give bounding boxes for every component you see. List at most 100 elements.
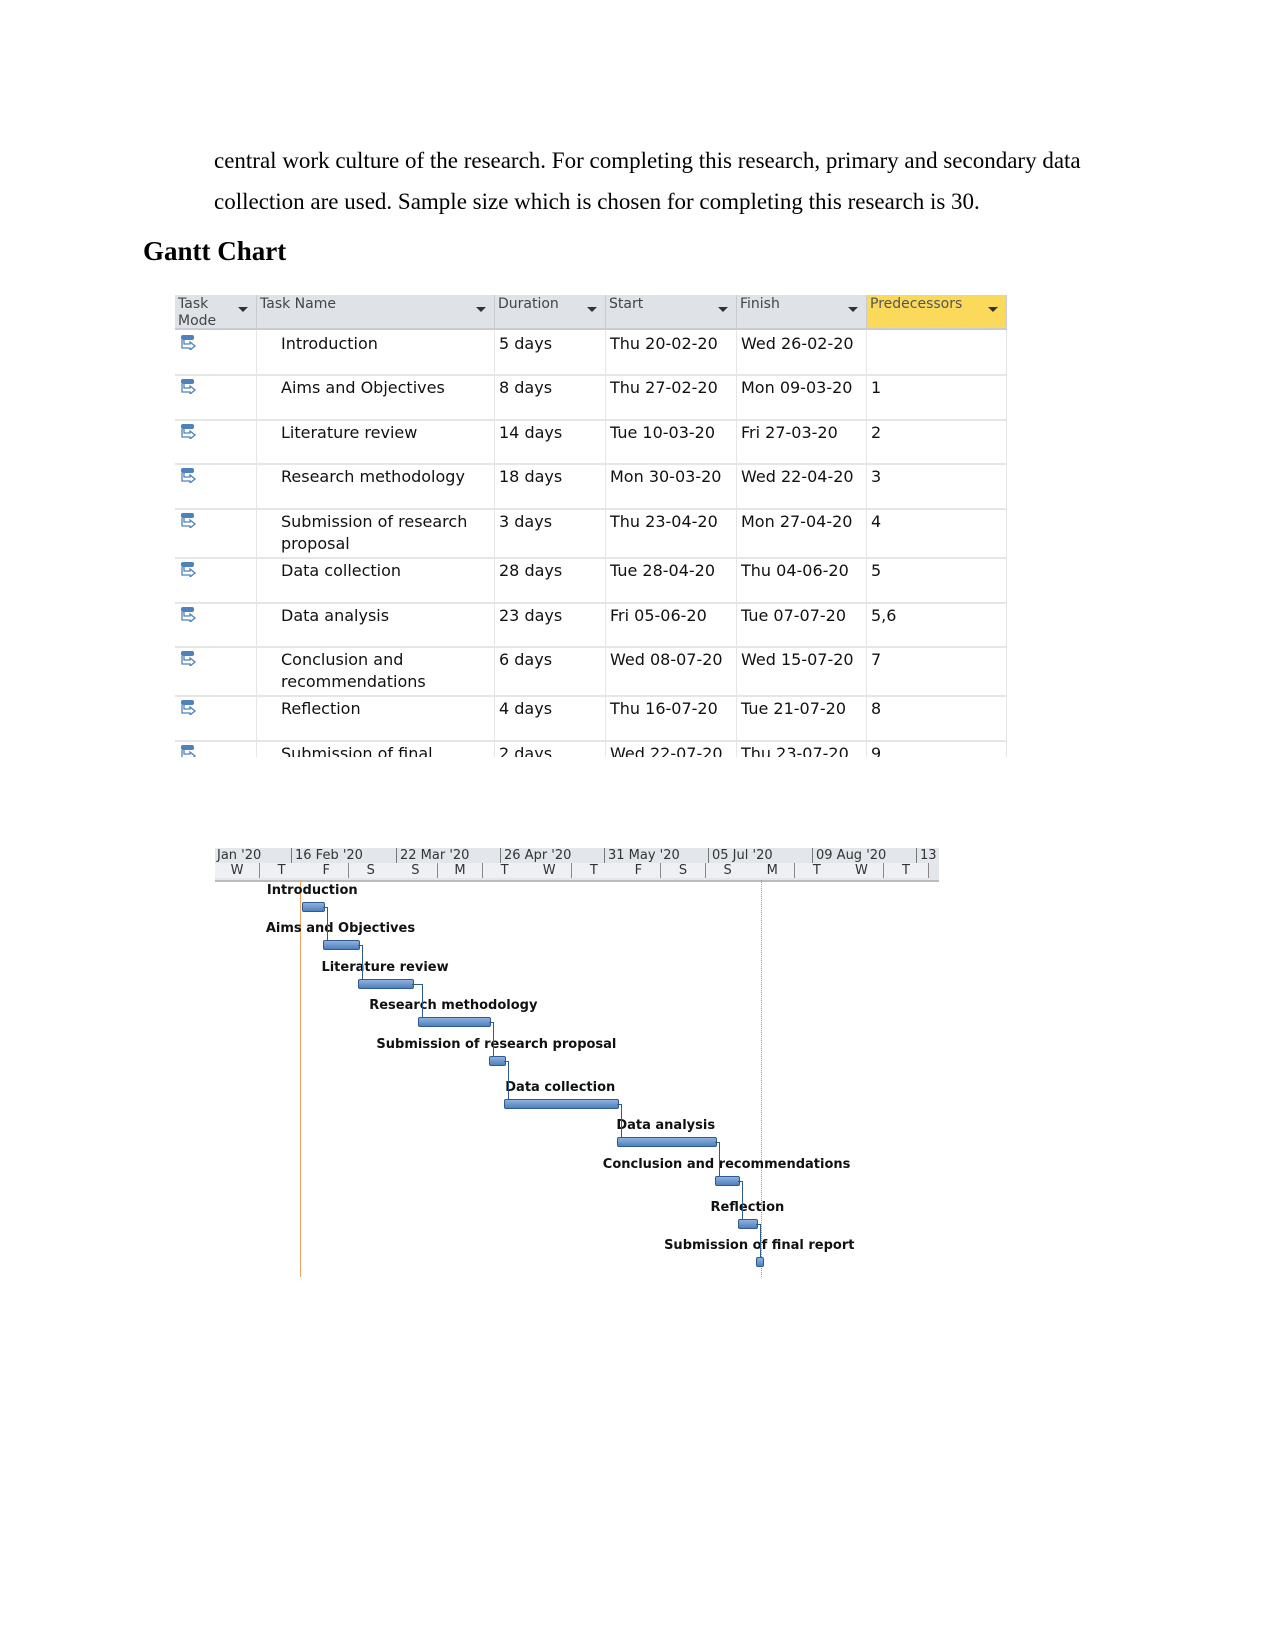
table-row[interactable]: Research methodology 18 days Mon 30-03-20 W… xyxy=(175,463,1007,510)
auto-scheduled-task-icon xyxy=(180,744,202,757)
dropdown-arrow-icon[interactable] xyxy=(238,307,248,312)
column-header-duration[interactable]: Duration xyxy=(495,295,606,330)
auto-scheduled-task-icon xyxy=(180,334,202,352)
timescale-minor-label: F xyxy=(616,863,662,878)
table-row[interactable]: Submission of final 2 days Wed 22-07-20 Thu… xyxy=(175,740,1007,757)
cell-pred: 1 xyxy=(867,374,1007,419)
cell-start: Wed 08-07-20 xyxy=(606,646,737,695)
auto-scheduled-task-icon xyxy=(180,423,202,441)
dropdown-arrow-icon[interactable] xyxy=(718,307,728,312)
cell-mode xyxy=(175,330,257,374)
column-header-name[interactable]: Task Name xyxy=(257,295,495,330)
auto-scheduled-task-icon xyxy=(180,378,202,396)
timescale-minor-label: S xyxy=(661,863,706,878)
gantt-bar-label: Aims and Objectives xyxy=(265,921,416,936)
dropdown-arrow-icon[interactable] xyxy=(988,307,998,312)
column-header-start[interactable]: Start xyxy=(606,295,737,330)
cell-finish: Fri 27-03-20 xyxy=(737,419,867,463)
cell-finish: Wed 15-07-20 xyxy=(737,646,867,695)
cell-name: Data collection xyxy=(257,557,495,602)
cell-name: Aims and Objectives xyxy=(257,374,495,419)
auto-scheduled-task-icon xyxy=(180,699,202,717)
cell-start: Wed 22-07-20 xyxy=(606,740,737,757)
table-row[interactable]: Aims and Objectives 8 days Thu 27-02-20 Mon… xyxy=(175,374,1007,421)
cell-finish: Mon 09-03-20 xyxy=(737,374,867,419)
column-header-pred[interactable]: Predecessors xyxy=(867,295,1007,330)
timescale-minor-label: W xyxy=(215,863,260,878)
timescale-minor-label: M xyxy=(750,863,796,878)
timescale-minor-label: W xyxy=(839,863,885,878)
cell-start: Thu 23-04-20 xyxy=(606,508,737,557)
gantt-bar[interactable] xyxy=(358,979,414,989)
table-row[interactable]: Conclusion and recommendations 6 days Wed … xyxy=(175,646,1007,697)
table-row[interactable]: Data collection 28 days Tue 28-04-20 Thu 04… xyxy=(175,557,1007,604)
column-header-finish[interactable]: Finish xyxy=(737,295,867,330)
dropdown-arrow-icon[interactable] xyxy=(587,307,597,312)
cell-mode xyxy=(175,646,257,695)
gantt-bar[interactable] xyxy=(616,1137,717,1147)
column-header-label: Task Name xyxy=(260,296,336,312)
dependency-link xyxy=(756,1224,762,1258)
timescale-minor-label: S xyxy=(393,863,439,878)
dependency-link xyxy=(411,984,423,1018)
column-header-mode[interactable]: Task Mode xyxy=(175,295,257,330)
cell-duration: 3 days xyxy=(495,508,606,557)
dropdown-arrow-icon[interactable] xyxy=(848,307,858,312)
auto-scheduled-task-icon xyxy=(180,650,202,668)
cell-start: Tue 10-03-20 xyxy=(606,419,737,463)
cell-name: Submission of final xyxy=(257,740,495,757)
dropdown-arrow-icon[interactable] xyxy=(476,307,486,312)
timescale-major-label: 31 May '20 xyxy=(604,848,680,863)
gantt-bar[interactable] xyxy=(301,902,325,912)
cell-name: Literature review xyxy=(257,419,495,463)
table-row[interactable]: Submission of research proposal 3 days Thu… xyxy=(175,508,1007,559)
column-header-label: Start xyxy=(609,296,644,312)
timescale-minor-label: T xyxy=(571,863,617,878)
cell-pred: 2 xyxy=(867,419,1007,463)
gantt-bar[interactable] xyxy=(503,1099,619,1109)
timescale-major-label: 09 Aug '20 xyxy=(812,848,886,863)
cell-name: Data analysis xyxy=(257,602,495,646)
gantt-bar[interactable] xyxy=(714,1176,741,1186)
table-row[interactable]: Introduction 5 days Thu 20-02-20 Wed 26-02-… xyxy=(175,330,1007,376)
cell-finish: Tue 07-07-20 xyxy=(737,602,867,646)
cell-mode xyxy=(175,508,257,557)
cell-duration: 2 days xyxy=(495,740,606,757)
cell-start: Thu 20-02-20 xyxy=(606,330,737,374)
gantt-bar[interactable] xyxy=(756,1257,765,1267)
gantt-bar-label: Conclusion and recommendations xyxy=(602,1157,851,1172)
table-row[interactable]: Literature review 14 days Tue 10-03-20 Fri … xyxy=(175,419,1007,465)
cell-pred: 9 xyxy=(867,740,1007,757)
auto-scheduled-task-icon xyxy=(180,467,202,485)
table-row[interactable]: Reflection 4 days Thu 16-07-20 Tue 21-07-20… xyxy=(175,695,1007,742)
task-table: Task Mode Task Name Duration Start Finish Pre… xyxy=(175,295,1007,757)
gantt-bar[interactable] xyxy=(322,940,361,950)
cell-start: Tue 28-04-20 xyxy=(606,557,737,602)
table-row[interactable]: Data analysis 23 days Fri 05-06-20 Tue 07-0… xyxy=(175,602,1007,648)
timescale-minor-label: S xyxy=(348,863,394,878)
cell-name: Introduction xyxy=(257,330,495,374)
cell-duration: 28 days xyxy=(495,557,606,602)
dependency-link xyxy=(488,1022,494,1057)
document-page: central work culture of the research. Fo… xyxy=(0,0,1275,1651)
gantt-bar-label: Data collection xyxy=(505,1080,616,1095)
column-header-label: Duration xyxy=(498,296,559,312)
cell-finish: Mon 27-04-20 xyxy=(737,508,867,557)
auto-scheduled-task-icon xyxy=(180,561,202,579)
cell-mode xyxy=(175,740,257,757)
cell-name: Conclusion and recommendations xyxy=(257,646,495,695)
cell-finish: Thu 23-07-20 xyxy=(737,740,867,757)
gantt-bar-label: Literature review xyxy=(321,960,449,975)
dependency-link xyxy=(616,1104,622,1138)
timescale-major-label: 16 Feb '20 xyxy=(291,848,363,863)
timescale-major-label: 26 Apr '20 xyxy=(500,848,571,863)
cell-name: Submission of research proposal xyxy=(257,508,495,557)
cell-pred: 5 xyxy=(867,557,1007,602)
dependency-link xyxy=(714,1142,720,1177)
cell-mode xyxy=(175,695,257,740)
gantt-bar[interactable] xyxy=(417,1017,491,1027)
cell-duration: 18 days xyxy=(495,463,606,508)
timescale-minor-label: T xyxy=(884,863,929,878)
column-header-label: Predecessors xyxy=(870,296,963,312)
cell-mode xyxy=(175,602,257,646)
